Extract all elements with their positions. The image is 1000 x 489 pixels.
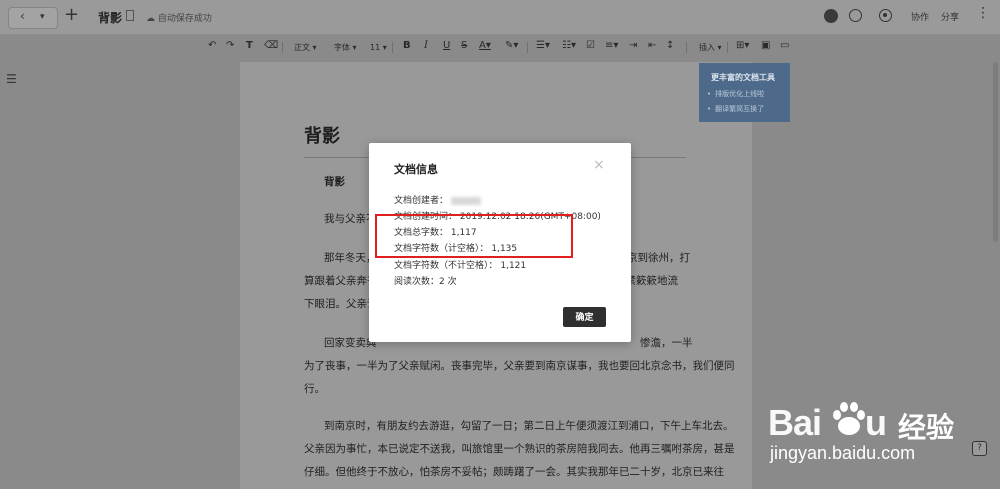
italic-icon[interactable]: I: [424, 40, 428, 52]
doc-subtitle: 背影: [324, 176, 345, 188]
insert-menu-label: 插入: [699, 43, 715, 52]
divider: [392, 42, 393, 53]
nav-group: ‹ ▾: [8, 7, 58, 29]
doc-line: 父亲因为事忙，本已说定不送我，叫旅馆里一个熟识的茶房陪我同去。他再三嘱咐茶房，甚…: [304, 443, 735, 455]
present-icon[interactable]: [879, 9, 892, 22]
doc-line: 京到徐州，打: [627, 252, 690, 264]
line-spacing-icon[interactable]: ↕: [666, 40, 674, 52]
baidu-logo-part1: Bai: [768, 402, 822, 443]
align-icon[interactable]: ≡▾: [605, 40, 618, 52]
collab-button[interactable]: 协作: [911, 10, 929, 23]
size-select-label: 11: [370, 43, 381, 52]
doc-line: 下眼泪。父亲说: [304, 298, 378, 310]
top-bar: ‹ ▾ + 背影 ☁ 自动保存成功 协作 分享 ⋮: [0, 0, 1000, 35]
creator-row: 文档创建者：: [394, 193, 482, 206]
creator-label: 文档创建者：: [394, 196, 449, 206]
indent-icon[interactable]: ⇥: [629, 40, 637, 52]
bold-icon[interactable]: B: [403, 40, 411, 52]
style-select-label: 正文: [294, 43, 310, 52]
style-select[interactable]: 正文 ▾: [294, 42, 317, 54]
tip-title: 更丰富的文档工具: [711, 73, 775, 82]
save-status: ☁ 自动保存成功: [146, 11, 212, 24]
doc-heading: 背影: [304, 126, 340, 147]
highlight-icon[interactable]: ✎▾: [505, 40, 518, 52]
tip-item: 翻译繁简互换了: [707, 104, 764, 114]
comment-icon[interactable]: ▭: [780, 40, 789, 52]
divider: [727, 42, 728, 53]
close-icon[interactable]: ×: [593, 157, 605, 173]
font-color-icon[interactable]: A▾: [479, 40, 491, 52]
underline-icon[interactable]: U: [443, 40, 450, 52]
outdent-icon[interactable]: ⇤: [648, 40, 656, 52]
history-icon[interactable]: [849, 9, 862, 22]
numbered-list-icon[interactable]: ☷▾: [562, 40, 576, 52]
dialog-title: 文档信息: [394, 163, 438, 176]
creator-name-redacted: [451, 196, 482, 205]
annotation-highlight-box: [375, 214, 573, 258]
doc-line: 为了丧事，一半为了父亲赋闲。丧事完毕，父亲要到南京谋事，我也要回北京念书，我们便…: [304, 360, 735, 372]
tip-item: 排版优化上线啦: [707, 89, 764, 99]
divider: [527, 42, 528, 53]
more-icon[interactable]: ⋮: [976, 5, 990, 21]
strikethrough-icon[interactable]: S: [461, 40, 467, 52]
doc-line: 惨澹，一半: [640, 337, 693, 349]
feature-tip-card[interactable]: 更丰富的文档工具 排版优化上线啦 翻译繁简互换了: [699, 63, 790, 122]
image-icon[interactable]: ▣: [761, 40, 770, 52]
table-icon[interactable]: ⊞▾: [736, 40, 749, 52]
baidu-url: jingyan.baidu.com: [770, 443, 916, 463]
baidu-paw-icon: [833, 402, 865, 435]
checklist-icon[interactable]: ☑: [586, 40, 595, 52]
help-icon[interactable]: ?: [972, 441, 987, 456]
ok-button[interactable]: 确定: [563, 307, 606, 327]
share-button[interactable]: 分享: [941, 10, 959, 23]
bookmark-icon[interactable]: [126, 10, 134, 21]
doc-line: 仔细。但他终于不放心，怕茶房不妥帖；颇踌躇了一会。其实我那年已二十岁，北京已来往: [304, 466, 724, 478]
doc-line: 到南京时，有朋友约去游逛，勾留了一日；第二日上午便须渡江到浦口，下午上车北去。: [324, 420, 734, 432]
avatar[interactable]: [824, 9, 838, 23]
divider: [686, 42, 687, 53]
eraser-icon[interactable]: ⌫: [264, 40, 278, 52]
doc-line: 行。: [304, 383, 325, 395]
baidu-brand-cn: 经验: [898, 411, 955, 444]
bullet-list-icon[interactable]: ☰▾: [536, 40, 550, 52]
format-painter-icon[interactable]: T: [246, 40, 253, 52]
insert-menu[interactable]: 插入 ▾: [699, 42, 722, 54]
undo-icon[interactable]: ↶: [208, 40, 216, 52]
font-select-label: 字体: [334, 43, 350, 52]
chevron-down-icon[interactable]: ▾: [40, 12, 45, 22]
divider: [282, 42, 283, 53]
scrollbar[interactable]: [993, 62, 998, 242]
outline-menu-icon[interactable]: ☰: [6, 72, 17, 86]
chars-without-spaces-row: 文档字符数（不计空格）： 1,121: [394, 261, 527, 271]
font-select[interactable]: 字体 ▾: [334, 42, 357, 54]
cloud-icon: ☁: [146, 14, 158, 24]
save-status-text: 自动保存成功: [157, 14, 212, 24]
doc-title[interactable]: 背影: [98, 9, 122, 26]
new-doc-button[interactable]: +: [64, 5, 79, 25]
format-toolbar: ↶ ↷ T ⌫ 正文 ▾ 字体 ▾ 11 ▾ B I U S A▾ ✎▾ ☰▾ …: [0, 35, 1000, 59]
read-count-row: 阅读次数：2 次: [394, 277, 457, 287]
size-select[interactable]: 11 ▾: [370, 42, 387, 54]
redo-icon[interactable]: ↷: [226, 40, 234, 52]
back-arrow-icon[interactable]: ‹: [20, 9, 25, 23]
